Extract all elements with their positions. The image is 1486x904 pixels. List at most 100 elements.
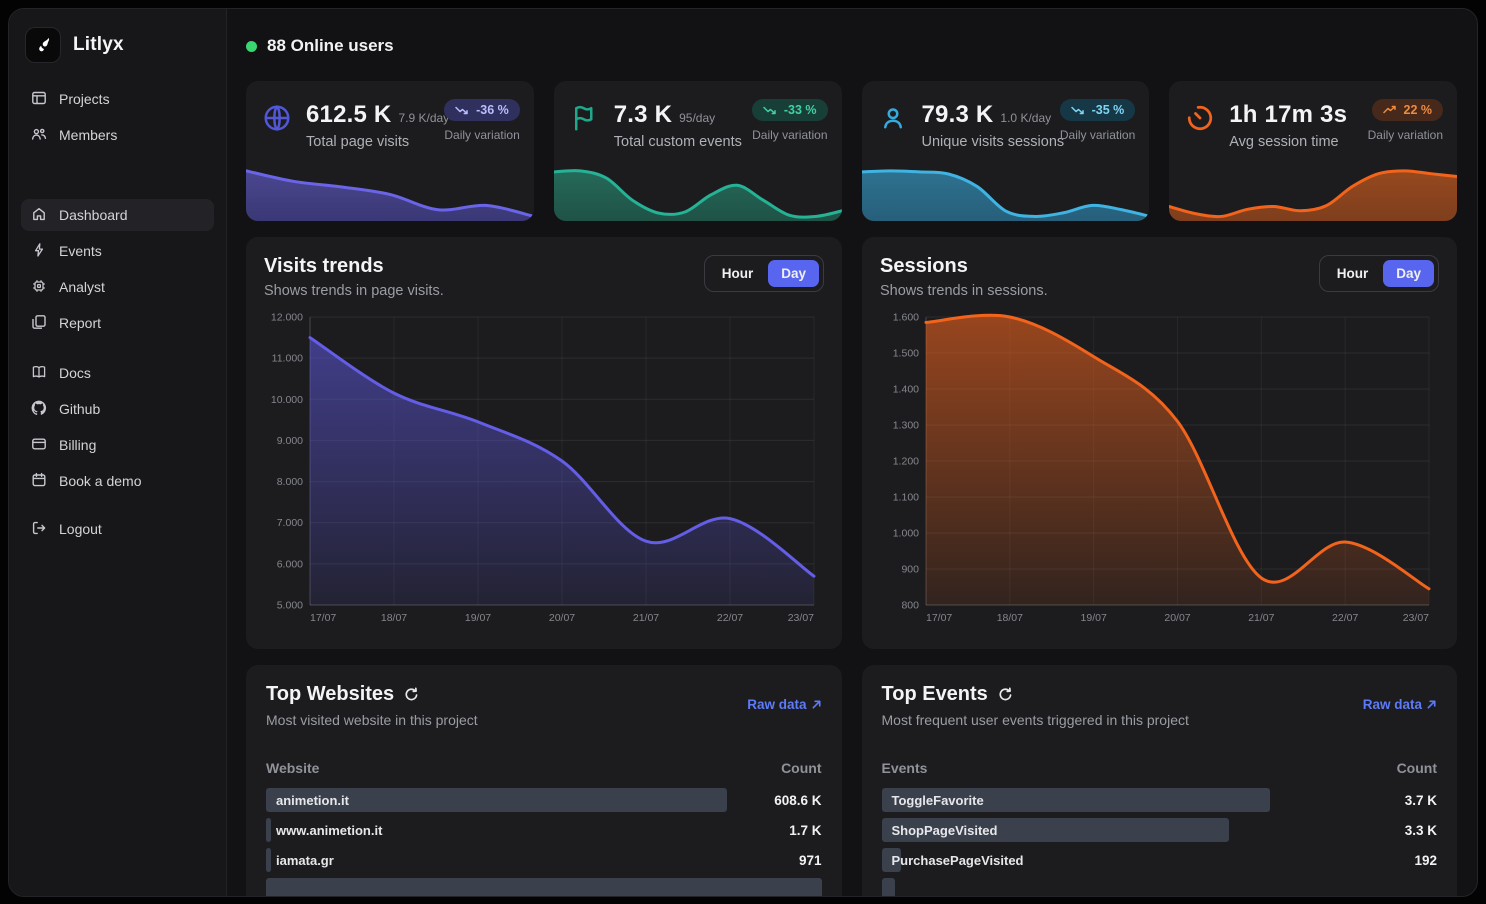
variation-badge: -36 % xyxy=(444,99,520,121)
svg-text:1.600: 1.600 xyxy=(893,312,919,324)
stat-label: Total custom events xyxy=(614,134,742,150)
sidebar-item-label: Report xyxy=(59,315,101,331)
home-icon xyxy=(31,206,47,225)
table-row[interactable]: www.animetion.it 1.7 K xyxy=(266,818,822,842)
svg-text:7.000: 7.000 xyxy=(277,517,303,529)
chart-subtitle: Shows trends in sessions. xyxy=(880,283,1048,299)
svg-text:18/07: 18/07 xyxy=(381,612,407,624)
sidebar-item-dashboard[interactable]: Dashboard xyxy=(21,199,214,231)
table-title: Top Events xyxy=(882,683,988,706)
svg-text:1.400: 1.400 xyxy=(893,384,919,396)
table-row[interactable]: PurchasePageVisited 192 xyxy=(882,848,1438,872)
sidebar-item-label: Logout xyxy=(59,521,102,537)
table-row[interactable]: iamata.gr 971 xyxy=(266,848,822,872)
svg-text:23/07: 23/07 xyxy=(788,612,814,624)
timer-icon xyxy=(1185,101,1217,150)
stat-cards-row: 612.5 K 7.9 K/day Total page visits -36 … xyxy=(246,81,1457,221)
stat-rate: 7.9 K/day xyxy=(398,111,449,125)
column-header-count: Count xyxy=(781,760,821,776)
sidebar-item-label: Docs xyxy=(59,365,91,381)
table-subtitle: Most frequent user events triggered in t… xyxy=(882,712,1189,728)
sidebar-item-events[interactable]: Events xyxy=(21,235,214,267)
sidebar-item-label: Projects xyxy=(59,91,110,107)
globe-icon xyxy=(262,101,294,150)
raw-data-link[interactable]: Raw data xyxy=(747,697,821,712)
sidebar-item-book-a-demo[interactable]: Book a demo xyxy=(21,465,214,497)
chart-title: Visits trends xyxy=(264,255,444,278)
svg-text:1.200: 1.200 xyxy=(893,456,919,468)
variation-label: Daily variation xyxy=(444,128,520,142)
svg-text:9.000: 9.000 xyxy=(277,435,303,447)
toggle-day-button[interactable]: Day xyxy=(1383,260,1434,287)
toggle-day-button[interactable]: Day xyxy=(768,260,819,287)
raw-data-link[interactable]: Raw data xyxy=(1363,697,1437,712)
chart-subtitle: Shows trends in page visits. xyxy=(264,283,444,299)
sidebar-item-analyst[interactable]: Analyst xyxy=(21,271,214,303)
sidebar-group-secondary: Docs Github Billing Book a demo xyxy=(21,357,214,497)
sidebar-item-report[interactable]: Report xyxy=(21,307,214,339)
refresh-icon[interactable] xyxy=(404,687,419,702)
online-users-label: 88 Online users xyxy=(267,36,394,56)
svg-text:800: 800 xyxy=(901,600,919,612)
sidebar-item-label: Members xyxy=(59,127,117,143)
app-title: Litlyx xyxy=(73,34,124,56)
toggle-hour-button[interactable]: Hour xyxy=(1324,260,1382,287)
sidebar-group-logout: Logout xyxy=(21,513,214,545)
visits-granularity-toggle: Hour Day xyxy=(704,255,824,292)
refresh-icon[interactable] xyxy=(998,687,1013,702)
calendar-icon xyxy=(31,472,47,491)
sessions-chart[interactable]: 1.6001.5001.4001.3001.2001.1001.00090080… xyxy=(880,309,1439,625)
sidebar-item-docs[interactable]: Docs xyxy=(21,357,214,389)
svg-text:10.000: 10.000 xyxy=(271,394,303,406)
sidebar-item-members[interactable]: Members xyxy=(21,119,214,151)
stat-card-unique-sessions: 79.3 K 1.0 K/day Unique visits sessions … xyxy=(862,81,1150,221)
page-visits-sparkline xyxy=(246,159,534,221)
sidebar-item-github[interactable]: Github xyxy=(21,393,214,425)
trend-up-icon xyxy=(1383,105,1397,115)
stat-value: 79.3 K xyxy=(922,101,994,129)
sidebar-item-logout[interactable]: Logout xyxy=(21,513,214,545)
app-window: Litlyx Projects Members Dashboard Events xyxy=(8,8,1478,897)
table-row-partial xyxy=(266,878,822,896)
online-users: 88 Online users xyxy=(246,35,1457,57)
table-subtitle: Most visited website in this project xyxy=(266,712,478,728)
visits-trends-chart[interactable]: 12.00011.00010.0009.0008.0007.0006.0005.… xyxy=(264,309,824,625)
events-list: ToggleFavorite 3.7 K ShopPageVisited 3.3… xyxy=(882,788,1438,896)
stat-label: Avg session time xyxy=(1229,134,1354,150)
stat-card-custom-events: 7.3 K 95/day Total custom events -33 % D… xyxy=(554,81,842,221)
session-time-sparkline xyxy=(1169,159,1457,221)
stat-rate: 1.0 K/day xyxy=(1000,111,1051,125)
visits-trends-card: Visits trends Shows trends in page visit… xyxy=(246,237,842,649)
table-title: Top Websites xyxy=(266,683,394,706)
svg-text:1.000: 1.000 xyxy=(893,528,919,540)
toggle-hour-button[interactable]: Hour xyxy=(709,260,767,287)
column-header-item: Website xyxy=(266,760,319,776)
svg-text:900: 900 xyxy=(901,564,919,576)
stat-card-page-visits: 612.5 K 7.9 K/day Total page visits -36 … xyxy=(246,81,534,221)
sidebar-item-billing[interactable]: Billing xyxy=(21,429,214,461)
trend-down-icon xyxy=(763,105,777,115)
stat-value: 1h 17m 3s xyxy=(1229,101,1347,129)
value-bar xyxy=(266,878,822,896)
column-header-count: Count xyxy=(1397,760,1437,776)
variation-label: Daily variation xyxy=(1368,128,1443,142)
table-row[interactable]: ShopPageVisited 3.3 K xyxy=(882,818,1438,842)
table-row[interactable]: animetion.it 608.6 K xyxy=(266,788,822,812)
top-events-card: Top Events Most frequent user events tri… xyxy=(862,665,1458,896)
sidebar-item-projects[interactable]: Projects xyxy=(21,83,214,115)
svg-text:1.100: 1.100 xyxy=(893,492,919,504)
table-row[interactable]: ToggleFavorite 3.7 K xyxy=(882,788,1438,812)
user-icon xyxy=(878,101,910,150)
svg-text:17/07: 17/07 xyxy=(926,612,952,624)
column-header-item: Events xyxy=(882,760,928,776)
members-icon xyxy=(31,126,47,145)
svg-text:5.000: 5.000 xyxy=(277,600,303,612)
trend-down-icon xyxy=(455,105,469,115)
svg-text:19/07: 19/07 xyxy=(465,612,491,624)
chart-title: Sessions xyxy=(880,255,1048,278)
sidebar-item-label: Events xyxy=(59,243,102,259)
book-icon xyxy=(31,364,47,383)
sidebar-item-label: Billing xyxy=(59,437,96,453)
sidebar-group-top: Projects Members xyxy=(21,83,214,151)
stat-value: 7.3 K xyxy=(614,101,672,129)
